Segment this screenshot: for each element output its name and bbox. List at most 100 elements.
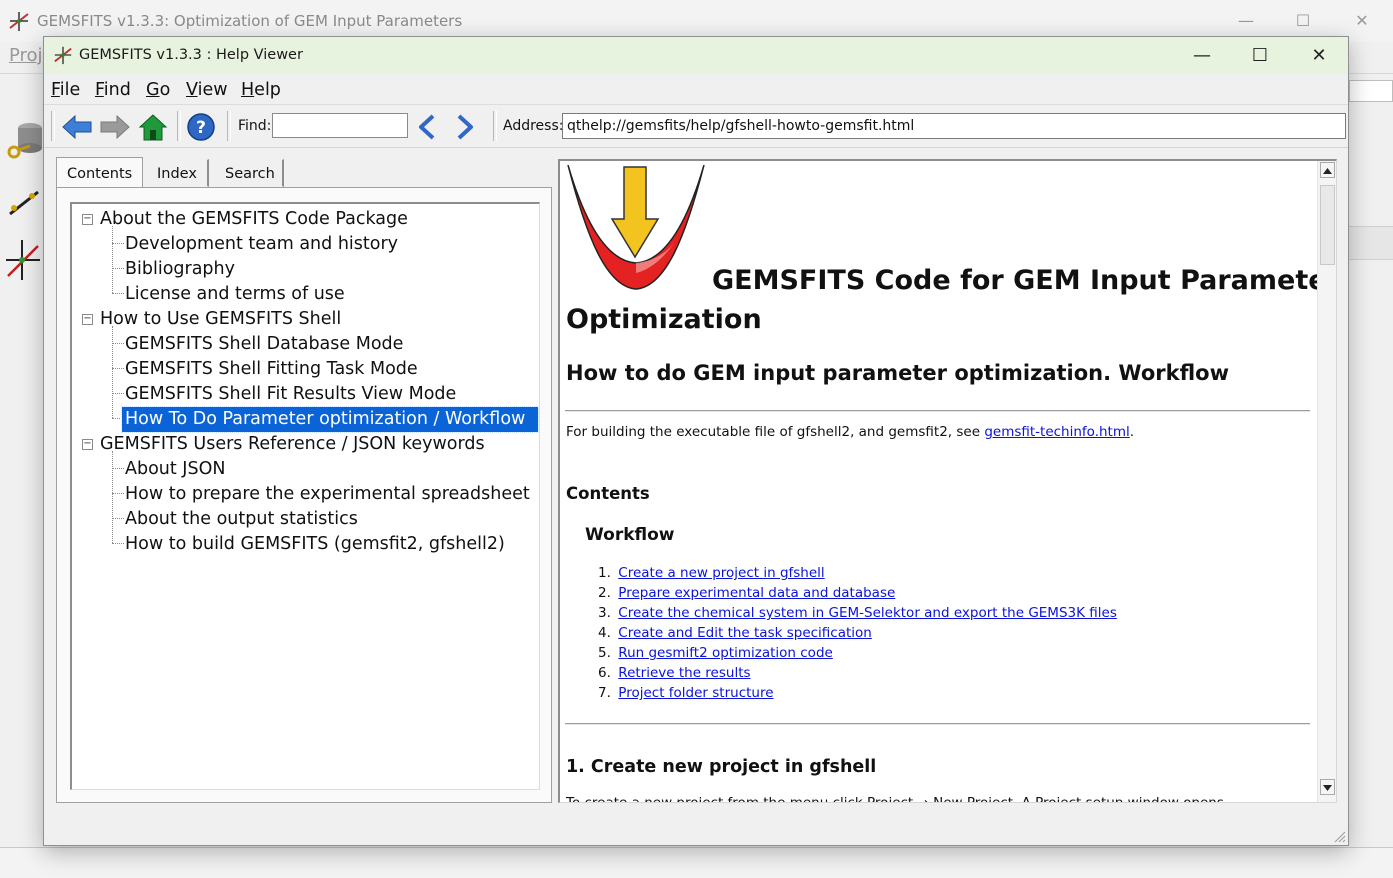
main-window-title: GEMSFITS v1.3.3: Optimization of GEM Inp… [37,12,463,30]
content-viewer[interactable]: GEMSFITS Code for GEM Input Parameter Op… [558,159,1337,803]
contents-heading: Contents [566,484,650,503]
scroll-down-button[interactable] [1320,779,1335,795]
tree-item-group[interactable]: GEMSFITS Users Reference / JSON keywords [100,432,485,457]
tab-search[interactable]: Search [214,159,284,187]
tree-guide-line [112,451,113,543]
document-title: GEMSFITS Code for GEM Input Parameter [712,265,1320,296]
svg-text:?: ? [196,118,206,138]
forward-button[interactable] [98,110,132,144]
main-close-button[interactable]: ✕ [1347,8,1377,34]
toc-link[interactable]: Create the chemical system in GEM-Selekt… [618,605,1117,621]
address-field[interactable] [562,113,1346,139]
toc-item: 5. Run gesmift2 optimization code [598,645,833,661]
toc-link[interactable]: Prepare experimental data and database [618,585,895,601]
back-button[interactable] [60,110,94,144]
main-menu-project[interactable]: Proj [9,45,43,66]
toc-link[interactable]: Project folder structure [618,685,773,701]
toc-link[interactable]: Run gesmift2 optimization code [618,645,833,661]
close-button[interactable]: ✕ [1296,41,1342,71]
tree-guide-line [112,493,124,494]
vertical-scrollbar[interactable] [1317,161,1336,802]
menu-file[interactable]: File [51,80,80,100]
contents-tree[interactable]: − About the GEMSFITS Code Package Develo… [70,202,540,790]
tab-index[interactable]: Index [146,159,209,187]
toc-link[interactable]: Create a new project in gfshell [618,565,824,581]
tree-item[interactable]: Bibliography [125,257,235,282]
tree-item[interactable]: How to prepare the experimental spreadsh… [125,482,530,507]
tree-item-group[interactable]: About the GEMSFITS Code Package [100,207,408,232]
tree-guide-line [112,226,113,293]
toc-link[interactable]: Retrieve the results [618,665,750,681]
main-maximize-button[interactable]: ☐ [1288,8,1318,34]
toolbar: ? Find: Address: [44,104,1348,148]
toc-item: 4. Create and Edit the task specificatio… [598,625,872,641]
intro-paragraph: For building the executable file of gfsh… [566,424,1135,440]
collapse-icon[interactable]: − [82,314,93,325]
menu-go[interactable]: Go [146,80,170,100]
tree-item-group[interactable]: How to Use GEMSFITS Shell [100,307,341,332]
toolbar-grip[interactable] [493,111,497,141]
find-previous-icon [419,114,435,140]
toolbar-grip[interactable] [51,111,55,141]
find-previous-button[interactable] [410,110,444,144]
tree-item[interactable]: Development team and history [125,232,398,257]
tree-guide-line [112,343,124,344]
techinfo-link[interactable]: gemsfit-techinfo.html [984,424,1129,440]
find-next-icon [457,114,473,140]
help-viewer-window: GEMSFITS v1.3.3 : Help Viewer — ☐ ✕ File… [43,36,1349,846]
toolbar-separator [177,111,181,141]
help-viewer-titlebar[interactable]: GEMSFITS v1.3.3 : Help Viewer — ☐ ✕ [44,37,1348,74]
back-arrow-icon [62,114,92,140]
gemsfits-app-icon [54,46,72,65]
main-right-field[interactable] [1349,80,1393,102]
contents-panel: − About the GEMSFITS Code Package Develo… [56,187,552,803]
menu-view[interactable]: View [186,80,228,100]
maximize-button[interactable]: ☐ [1237,41,1283,71]
find-label: Find: [238,118,272,134]
find-input[interactable] [272,113,408,138]
scrollbar-thumb[interactable] [1320,185,1335,265]
menu-find[interactable]: Find [95,80,131,100]
tree-guide-line [112,326,113,418]
toc-item: 1. Create a new project in gfshell [598,565,825,581]
collapse-icon[interactable]: − [82,214,93,225]
home-button[interactable] [136,110,170,144]
triangle-up-icon [1323,168,1332,174]
main-minimize-button[interactable]: — [1231,8,1261,34]
tree-guide-line [112,243,124,244]
tree-item[interactable]: GEMSFITS Shell Fitting Task Mode [125,357,418,382]
menu-help[interactable]: Help [241,80,281,100]
tree-guide-line [112,293,124,294]
tree-item[interactable]: How to build GEMSFITS (gemsfit2, gfshell… [125,532,505,557]
tree-guide-line [112,368,124,369]
tree-item-selected[interactable]: How To Do Parameter optimization / Workf… [121,406,539,433]
tree-item[interactable]: License and terms of use [125,282,345,307]
forward-arrow-icon [100,114,130,140]
database-key-icon[interactable] [6,118,42,160]
tree-item[interactable]: GEMSFITS Shell Database Mode [125,332,403,357]
help-document: GEMSFITS Code for GEM Input Parameter Op… [560,161,1320,803]
tree-item[interactable]: About JSON [125,457,225,482]
help-button[interactable]: ? [184,110,218,144]
link-tool-icon[interactable] [6,178,42,220]
section-paragraph: To create a new project from the menu cl… [566,795,1224,803]
toc-link[interactable]: Create and Edit the task specification [618,625,872,641]
minimize-button[interactable]: — [1179,41,1225,71]
tree-guide-line [112,468,124,469]
collapse-icon[interactable]: − [82,439,93,450]
tree-item[interactable]: GEMSFITS Shell Fit Results View Mode [125,382,456,407]
main-right-panel [1349,226,1393,260]
tab-contents[interactable]: Contents [56,157,143,187]
plot-axes-icon[interactable] [6,238,42,280]
status-bar [44,807,1348,845]
resize-grip-icon[interactable] [1332,829,1346,843]
menu-bar: File Find Go View Help [44,74,1348,104]
tree-guide-line [112,543,124,544]
find-next-button[interactable] [448,110,482,144]
scroll-up-button[interactable] [1320,162,1335,178]
help-icon: ? [187,113,215,141]
toc-item: 7. Project folder structure [598,685,774,701]
tree-item[interactable]: About the output statistics [125,507,358,532]
address-label: Address: [503,118,564,134]
document-heading: How to do GEM input parameter optimizati… [566,361,1229,385]
